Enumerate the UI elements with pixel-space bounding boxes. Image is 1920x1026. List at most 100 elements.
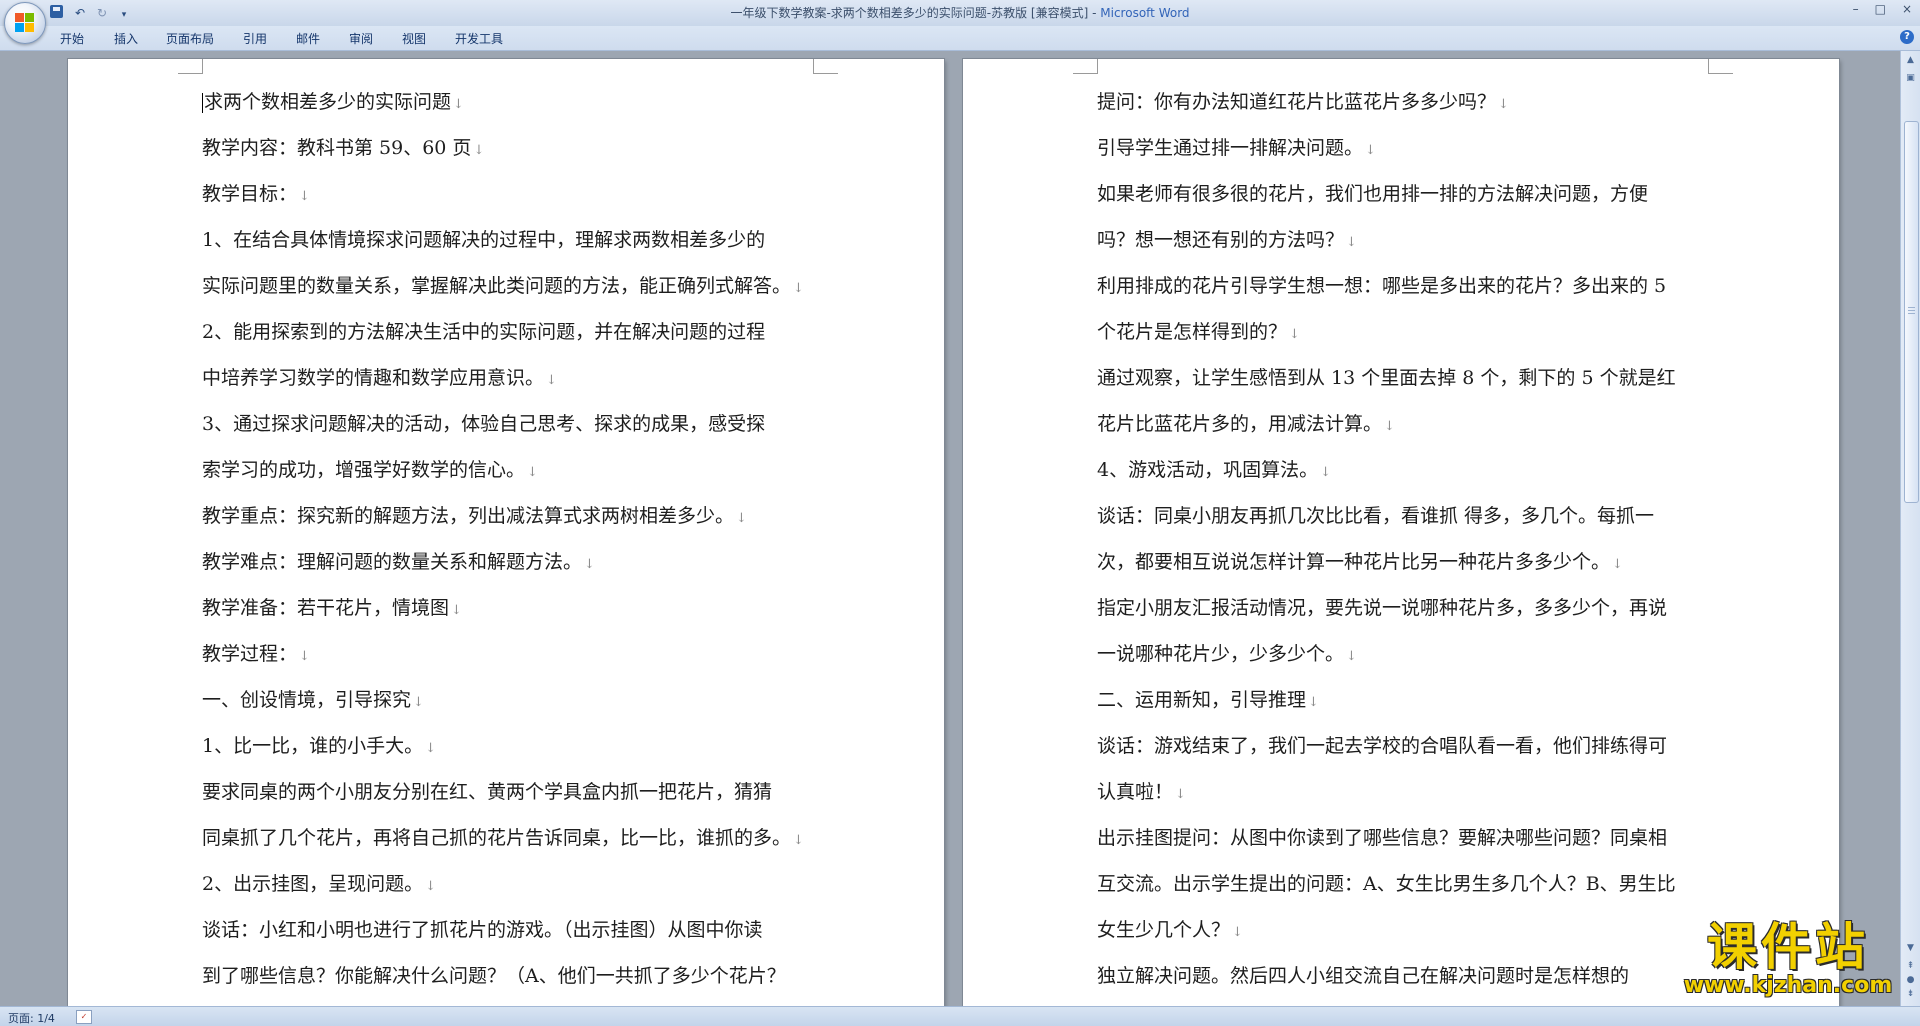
text-cursor <box>202 93 203 113</box>
tab-insert[interactable]: 插入 <box>114 30 138 47</box>
line-text: 求两个数相差多少的实际问题 <box>204 91 452 113</box>
scroll-thumb[interactable] <box>1904 121 1919 503</box>
paragraph-mark-icon: ↓ <box>793 833 804 848</box>
text-line[interactable]: 教学难点：理解问题的数量关系和解题方法。 ↓ <box>202 539 822 585</box>
paragraph-mark-icon: ↓ <box>1232 925 1243 940</box>
text-line[interactable]: 到了哪些信息？你能解决什么问题？（A、他们一共抓了多少个花片？ <box>202 953 822 999</box>
page-left-text[interactable]: 求两个数相差多少的实际问题 ↓ 教学内容：教科书第 59、60 页 ↓ 教学目标： ↓ 1、… <box>202 79 822 999</box>
crop-mark <box>1073 59 1098 74</box>
title-separator: - <box>1088 6 1101 20</box>
line-text: 女生少几个人？ <box>1097 919 1231 941</box>
line-text: 索学习的成功，增强学好数学的信心。 <box>202 459 526 481</box>
text-line[interactable]: 独立解决问题。然后四人小组交流自己在解决问题时是怎样想的 <box>1097 953 1722 999</box>
text-line[interactable]: 教学目标： ↓ <box>202 171 822 217</box>
text-line[interactable]: 吗？想一想还有别的方法吗？ ↓ <box>1097 217 1722 263</box>
site-watermark: 课件站 www.kjzhan.com <box>1668 920 1908 1002</box>
line-text: 1、在结合具体情境探求问题解决的过程中，理解求两数相差多少的 <box>202 229 766 251</box>
line-text: 3、通过探求问题解决的活动，体验自己思考、探求的成果，感受探 <box>202 413 766 435</box>
text-line[interactable]: 4、游戏活动，巩固算法。 ↓ <box>1097 447 1722 493</box>
text-line[interactable]: 如果老师有很多很的花片，我们也用排一排的方法解决问题，方便 <box>1097 171 1722 217</box>
paragraph-mark-icon: ↓ <box>1365 143 1376 158</box>
text-line[interactable]: 教学重点：探究新的解题方法，列出减法算式求两树相差多少。 ↓ <box>202 493 822 539</box>
scroll-up-icon[interactable]: ▲ <box>1903 53 1918 68</box>
text-line[interactable]: 通过观察，让学生感悟到从 13 个里面去掉 8 个，剩下的 5 个就是红 <box>1097 355 1722 401</box>
text-line[interactable]: 提问：你有办法知道红花片比蓝花片多多少吗？ ↓ <box>1097 79 1722 125</box>
text-line[interactable]: 同桌抓了几个花片，再将自己抓的花片告诉同桌，比一比，谁抓的多。 ↓ <box>202 815 822 861</box>
paragraph-mark-icon: ↓ <box>1308 695 1319 710</box>
text-line[interactable]: 求两个数相差多少的实际问题 ↓ <box>202 79 822 125</box>
line-text: 教学目标： <box>202 183 298 205</box>
text-line[interactable]: 实际问题里的数量关系，掌握解决此类问题的方法，能正确列式解答。 ↓ <box>202 263 822 309</box>
text-line[interactable]: 女生少几个人？ ↓ <box>1097 907 1722 953</box>
text-line[interactable]: 2、出示挂图，呈现问题。 ↓ <box>202 861 822 907</box>
line-text: 谈话：同桌小朋友再抓几次比比看，看谁抓 得多，多几个。每抓一 <box>1097 505 1655 527</box>
spell-check-icon[interactable]: ✓ <box>76 1010 92 1024</box>
paragraph-mark-icon: ↓ <box>425 879 436 894</box>
text-line[interactable]: 个花片是怎样得到的？ ↓ <box>1097 309 1722 355</box>
vertical-scrollbar[interactable]: ▲ ▣ ▼ ⇞ ● ⇟ <box>1900 51 1920 1006</box>
text-line[interactable]: 索学习的成功，增强学好数学的信心。 ↓ <box>202 447 822 493</box>
tab-page-layout[interactable]: 页面布局 <box>166 30 214 47</box>
text-line[interactable]: 出示挂图提问：从图中你读到了哪些信息？要解决哪些问题？同桌相 <box>1097 815 1722 861</box>
window-title: 一年级下数学教案-求两个数相差多少的实际问题-苏教版 [兼容模式] - Micr… <box>0 4 1920 21</box>
line-text: 教学重点：探究新的解题方法，列出减法算式求两树相差多少。 <box>202 505 735 527</box>
close-button[interactable]: × <box>1902 2 1912 16</box>
text-line[interactable]: 谈话：同桌小朋友再抓几次比比看，看谁抓 得多，多几个。每抓一 <box>1097 493 1722 539</box>
text-line[interactable]: 指定小朋友汇报活动情况，要先说一说哪种花片多，多多少个，再说 <box>1097 585 1722 631</box>
text-line[interactable]: 次，都要相互说说怎样计算一种花片比另一种花片多多少个。 ↓ <box>1097 539 1722 585</box>
text-line[interactable]: 一、创设情境，引导探究 ↓ <box>202 677 822 723</box>
text-line[interactable]: 2、能用探索到的方法解决生活中的实际问题，并在解决问题的过程 <box>202 309 822 355</box>
line-text: 教学准备：若干花片，情境图 <box>202 597 450 619</box>
text-line[interactable]: 认真啦！ ↓ <box>1097 769 1722 815</box>
paragraph-mark-icon: ↓ <box>736 511 747 526</box>
paragraph-mark-icon: ↓ <box>1384 419 1395 434</box>
minimize-button[interactable]: – <box>1853 2 1859 16</box>
status-bar: 页面: 1/4 ✓ <box>0 1006 1920 1026</box>
tab-home[interactable]: 开始 <box>60 30 84 47</box>
text-line[interactable]: 利用排成的花片引导学生想一想：哪些是多出来的花片？多出来的 5 <box>1097 263 1722 309</box>
text-line[interactable]: 教学过程： ↓ <box>202 631 822 677</box>
page-right[interactable]: 提问：你有办法知道红花片比蓝花片多多少吗？ ↓ 引导学生通过排一排解决问题。 ↓ 如果老… <box>963 59 1839 1006</box>
line-text: 如果老师有很多很的花片，我们也用排一排的方法解决问题，方便 <box>1097 183 1649 205</box>
text-line[interactable]: 中培养学习数学的情趣和数学应用意识。 ↓ <box>202 355 822 401</box>
tab-review[interactable]: 审阅 <box>349 30 373 47</box>
text-line[interactable]: 谈话：小红和小明也进行了抓花片的游戏。（出示挂图）从图中你读 <box>202 907 822 953</box>
paragraph-mark-icon: ↓ <box>527 465 538 480</box>
text-line[interactable]: 3、通过探求问题解决的活动，体验自己思考、探求的成果，感受探 <box>202 401 822 447</box>
line-text: 4、游戏活动，巩固算法。 <box>1097 459 1319 481</box>
help-icon[interactable]: ? <box>1900 30 1914 44</box>
line-text: 提问：你有办法知道红花片比蓝花片多多少吗？ <box>1097 91 1497 113</box>
text-line[interactable]: 要求同桌的两个小朋友分别在红、黄两个学具盒内抓一把花片，猜猜 <box>202 769 822 815</box>
text-line[interactable]: 一说哪种花片少，少多少个。 ↓ <box>1097 631 1722 677</box>
line-text: 一说哪种花片少，少多少个。 <box>1097 643 1345 665</box>
tab-developer[interactable]: 开发工具 <box>455 30 503 47</box>
text-line[interactable]: 互交流。出示学生提出的问题：A、女生比男生多几个人？B、男生比 <box>1097 861 1722 907</box>
maximize-button[interactable]: □ <box>1875 2 1886 16</box>
window-controls: – □ × <box>1853 2 1912 16</box>
line-text: 吗？想一想还有别的方法吗？ <box>1097 229 1345 251</box>
text-line[interactable]: 花片比蓝花片多的，用减法计算。 ↓ <box>1097 401 1722 447</box>
ribbon-tabs: 开始 插入 页面布局 引用 邮件 审阅 视图 开发工具 ? <box>0 26 1920 51</box>
text-line[interactable]: 教学准备：若干花片，情境图 ↓ <box>202 585 822 631</box>
page-right-text[interactable]: 提问：你有办法知道红花片比蓝花片多多少吗？ ↓ 引导学生通过排一排解决问题。 ↓ 如果老… <box>1097 79 1722 999</box>
paragraph-mark-icon: ↓ <box>1346 235 1357 250</box>
text-line[interactable]: 1、在结合具体情境探求问题解决的过程中，理解求两数相差多少的 <box>202 217 822 263</box>
text-line[interactable]: 谈话：游戏结束了，我们一起去学校的合唱队看一看，他们排练得可 <box>1097 723 1722 769</box>
app-name: Microsoft Word <box>1100 6 1190 20</box>
page-number-indicator[interactable]: 页面: 1/4 <box>8 1010 55 1026</box>
text-line[interactable]: 引导学生通过排一排解决问题。 ↓ <box>1097 125 1722 171</box>
paragraph-mark-icon: ↓ <box>584 557 595 572</box>
tab-references[interactable]: 引用 <box>243 30 267 47</box>
office-button[interactable] <box>4 2 46 44</box>
paragraph-mark-icon: ↓ <box>1498 97 1509 112</box>
line-text: 引导学生通过排一排解决问题。 <box>1097 137 1364 159</box>
tab-view[interactable]: 视图 <box>402 30 426 47</box>
text-line[interactable]: 1、比一比，谁的小手大。 ↓ <box>202 723 822 769</box>
text-line[interactable]: 二、运用新知，引导推理 ↓ <box>1097 677 1722 723</box>
ruler-toggle-icon[interactable]: ▣ <box>1903 71 1918 86</box>
tab-mailings[interactable]: 邮件 <box>296 30 320 47</box>
paragraph-mark-icon: ↓ <box>299 649 310 664</box>
crop-mark <box>1708 59 1733 74</box>
page-left[interactable]: 求两个数相差多少的实际问题 ↓ 教学内容：教科书第 59、60 页 ↓ 教学目标： ↓ 1、… <box>68 59 944 1006</box>
text-line[interactable]: 教学内容：教科书第 59、60 页 ↓ <box>202 125 822 171</box>
